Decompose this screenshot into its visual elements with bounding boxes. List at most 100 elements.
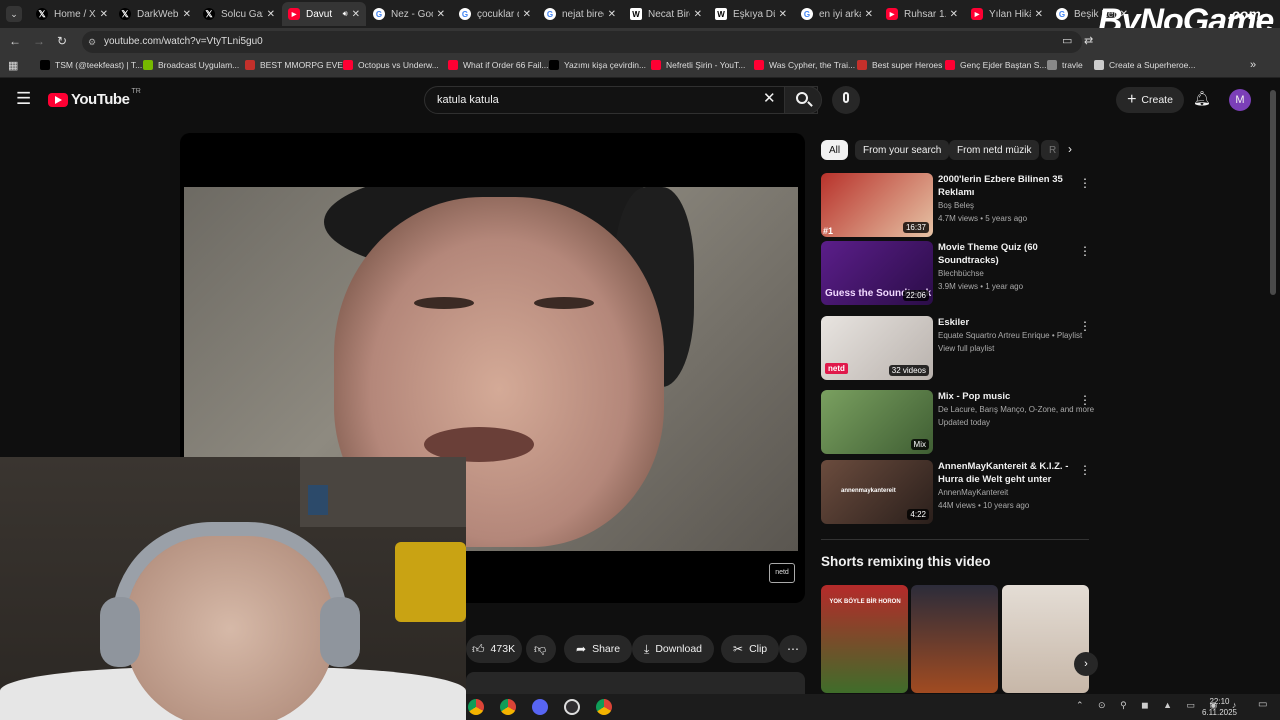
notifications-bell-icon[interactable]: 🔔︎: [1193, 90, 1211, 107]
close-tab-icon[interactable]: ✕: [608, 9, 616, 20]
bookmark-item[interactable]: Best super Heroes: [857, 60, 942, 70]
recommended-video[interactable]: Guess the Soundtrack 22:06 Movie Theme Qui…: [821, 241, 1091, 305]
apps-grid-icon[interactable]: ▦: [8, 59, 18, 72]
browser-tab[interactable]: Gen iyi arka ✕: [795, 2, 879, 26]
video-title[interactable]: Mix - Pop music: [938, 390, 1078, 403]
reload-icon[interactable]: ↻: [57, 34, 67, 48]
close-tab-icon[interactable]: ✕: [694, 9, 702, 20]
video-thumbnail[interactable]: #1 16:37: [821, 173, 933, 237]
dislike-button[interactable]: 👎︎: [526, 635, 556, 663]
chips-next-icon[interactable]: ›: [1068, 142, 1072, 156]
video-thumbnail[interactable]: Mix: [821, 390, 933, 454]
browser-tab[interactable]: 𝕏 Home / X ✕: [30, 2, 114, 26]
close-tab-icon[interactable]: ✕: [437, 9, 445, 20]
video-title[interactable]: Eskiler: [938, 316, 1078, 329]
more-options-icon[interactable]: ⋮: [1079, 176, 1091, 190]
short-thumbnail[interactable]: [911, 585, 998, 693]
bookmark-item[interactable]: What if Order 66 Fail...: [448, 60, 549, 70]
hamburger-menu-icon[interactable]: ☰: [16, 89, 31, 109]
browser-tab[interactable]: ▶ Yılan Hikâ ✕: [965, 2, 1049, 26]
more-options-icon[interactable]: ⋮: [1079, 319, 1091, 333]
video-thumbnail[interactable]: netd 32 videos: [821, 316, 933, 380]
close-tab-icon[interactable]: ✕: [1035, 9, 1043, 20]
chrome-taskbar-icon-2[interactable]: [500, 699, 516, 715]
create-button[interactable]: + Create: [1116, 87, 1184, 113]
close-tab-icon[interactable]: ✕: [183, 9, 191, 20]
channel-name[interactable]: AnnenMayKantereit: [938, 488, 1008, 497]
channel-name[interactable]: De Lacure, Barış Manço, O-Zone, and more: [938, 405, 1094, 414]
short-thumbnail[interactable]: YOK BÖYLE BİR HORON: [821, 585, 908, 693]
close-tab-icon[interactable]: ✕: [523, 9, 531, 20]
clip-button[interactable]: ✂ Clip: [721, 635, 780, 663]
browser-tab[interactable]: W Necat Bire ✕: [624, 2, 708, 26]
channel-name[interactable]: Blechbüchse: [938, 269, 984, 278]
channel-name[interactable]: Equate Squartro Artreu Enrique • Playlis…: [938, 331, 1082, 340]
clear-search-icon[interactable]: ✕: [763, 89, 776, 107]
youtube-logo[interactable]: YouTube TR: [48, 88, 141, 108]
avatar[interactable]: M: [1229, 89, 1251, 111]
like-button[interactable]: 👍︎ 473K: [466, 635, 522, 663]
audio-playing-icon[interactable]: 🔊︎: [343, 9, 348, 19]
description-box[interactable]: [466, 672, 805, 694]
close-tab-icon[interactable]: ✕: [352, 9, 360, 20]
video-title[interactable]: 2000'lerin Ezbere Bilinen 35 Reklamı: [938, 173, 1078, 199]
chrome-taskbar-icon-3[interactable]: [596, 699, 612, 715]
filter-chip[interactable]: From your search: [855, 140, 950, 160]
bookmark-item[interactable]: Yazımı kişa çevirdin...: [549, 60, 646, 70]
url-field[interactable]: ⚙ youtube.com/watch?v=VtyTLni5gu0: [82, 31, 1082, 53]
bookmark-item[interactable]: Was Cypher, the Trai...: [754, 60, 855, 70]
close-tab-icon[interactable]: ✕: [950, 9, 958, 20]
video-meta[interactable]: View full playlist: [938, 344, 994, 353]
page-scrollbar[interactable]: [1270, 90, 1276, 295]
recommended-video[interactable]: #1 16:37 2000'lerin Ezbere Bilinen 35 Rekl…: [821, 173, 1091, 237]
back-icon[interactable]: ←: [9, 34, 21, 48]
notification-center-icon[interactable]: ▭: [1258, 699, 1267, 710]
video-title[interactable]: Movie Theme Quiz (60 Soundtracks): [938, 241, 1078, 267]
translate-icon[interactable]: ⇄: [1084, 34, 1093, 47]
close-tab-icon[interactable]: ✕: [865, 9, 873, 20]
video-thumbnail[interactable]: Guess the Soundtrack 22:06: [821, 241, 933, 305]
recommended-video[interactable]: netd 32 videos Eskiler Equate Squartro Artr…: [821, 316, 1091, 380]
more-actions-button[interactable]: ⋯: [779, 635, 807, 663]
filter-chip[interactable]: R: [1041, 140, 1059, 160]
browser-tab[interactable]: G Nez - Goo ✕: [367, 2, 451, 26]
bookmark-item[interactable]: TSM (@teekfeast) | T...: [40, 60, 142, 70]
browser-tab[interactable]: Gnejat birec ✕: [538, 2, 622, 26]
bookmark-item[interactable]: BEST MMORPG EVER: [245, 60, 349, 70]
browser-tab[interactable]: 𝕏 Solcu Gaz ✕: [197, 2, 281, 26]
voice-search-button[interactable]: [832, 86, 860, 114]
recommended-video[interactable]: Mix Mix - Pop music De Lacure, Barış Manço…: [821, 390, 1094, 454]
more-options-icon[interactable]: ⋮: [1079, 463, 1091, 477]
filter-chip[interactable]: From netd müzik: [949, 140, 1040, 160]
chrome-taskbar-icon[interactable]: [468, 699, 484, 715]
short-thumbnail[interactable]: [1002, 585, 1089, 693]
more-options-icon[interactable]: ⋮: [1079, 244, 1091, 258]
more-options-icon[interactable]: ⋮: [1079, 393, 1091, 407]
download-button[interactable]: ⤓ Download: [632, 635, 715, 663]
search-button[interactable]: [784, 86, 822, 114]
close-tab-icon[interactable]: ✕: [779, 9, 787, 20]
browser-tab[interactable]: ▶ Ruhsar 1. ✕: [880, 2, 964, 26]
browser-tab[interactable]: ▶ Davut 🔊︎ ✕: [282, 2, 366, 26]
bookmark-item[interactable]: travle: [1047, 60, 1083, 70]
taskbar-clock[interactable]: 22:10 6.11.2025: [1202, 696, 1237, 718]
browser-tab[interactable]: 𝕏 DarkWeb ✕: [113, 2, 197, 26]
share-button[interactable]: ➦ Share: [564, 635, 633, 663]
close-tab-icon[interactable]: ✕: [267, 9, 275, 20]
close-tab-icon[interactable]: ✕: [100, 9, 108, 20]
tab-search-icon[interactable]: ⌄: [6, 6, 22, 22]
discord-taskbar-icon[interactable]: [532, 699, 548, 715]
recommended-video[interactable]: annenmaykantereit 4:22 AnnenMayKantereit &…: [821, 460, 1091, 524]
bookmark-item[interactable]: Nefretli Şirin - YouT...: [651, 60, 745, 70]
bookmark-item[interactable]: Octopus vs Underw...: [343, 60, 439, 70]
more-bookmarks-icon[interactable]: »: [1250, 59, 1256, 71]
bookmark-item[interactable]: Create a Superheroe...: [1094, 60, 1195, 70]
shorts-next-button[interactable]: ›: [1074, 652, 1098, 676]
site-info-icon[interactable]: ⚙: [88, 31, 96, 53]
obs-taskbar-icon[interactable]: [564, 699, 580, 715]
filter-chip[interactable]: All: [821, 140, 849, 160]
browser-tab[interactable]: Gçocuklar d ✕: [453, 2, 537, 26]
video-title[interactable]: AnnenMayKantereit & K.I.Z. - Hurra die W…: [938, 460, 1078, 486]
forward-icon[interactable]: →: [33, 34, 45, 48]
video-thumbnail[interactable]: annenmaykantereit 4:22: [821, 460, 933, 524]
